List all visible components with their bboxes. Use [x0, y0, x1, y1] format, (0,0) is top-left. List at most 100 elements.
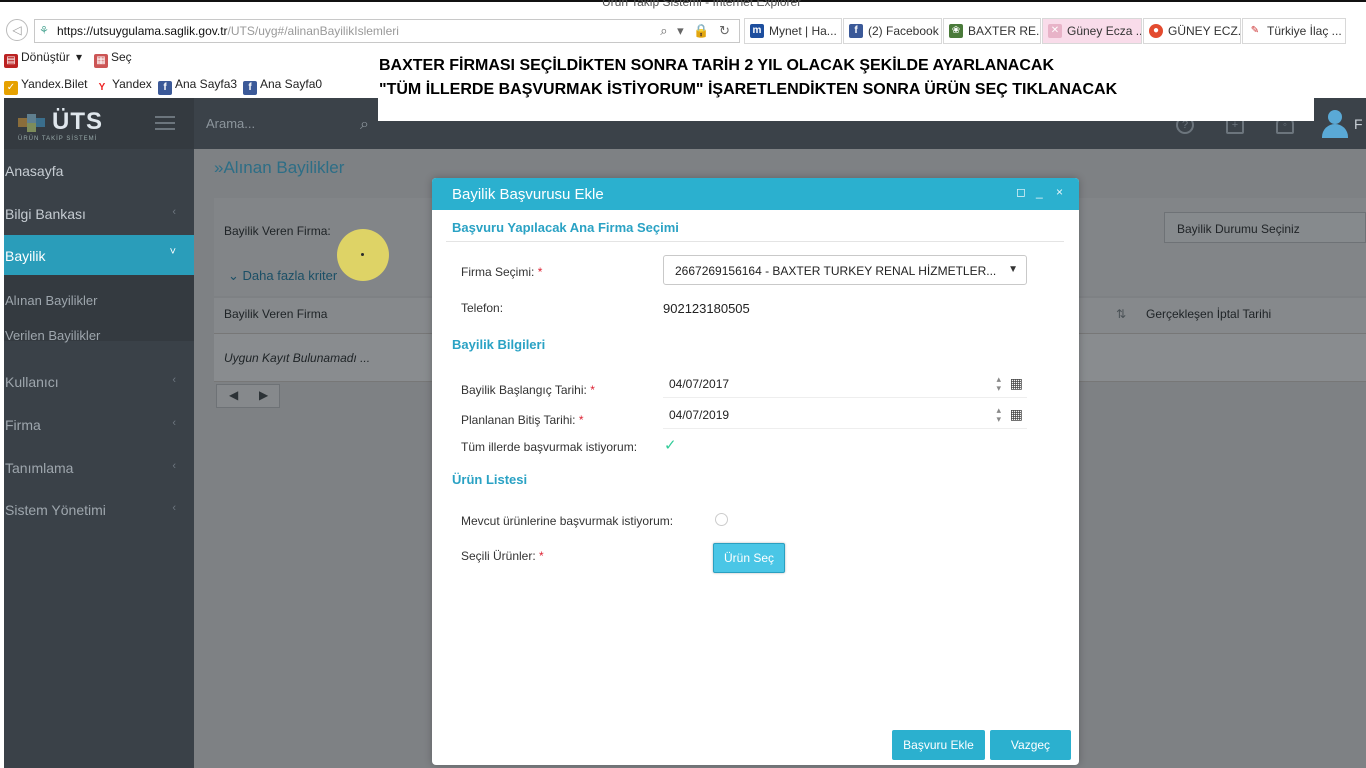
calendar-icon[interactable]: ▦: [1010, 406, 1023, 423]
sidebar-item-anasayfa[interactable]: Anasayfa: [4, 163, 194, 179]
window-title-bar: Ürün Takip Sistemi - Internet Explorer: [0, 0, 1366, 14]
filter-label-dealer-firm: Bayilik Veren Firma:: [224, 224, 331, 238]
column-header[interactable]: Bayilik Veren Firma: [224, 307, 327, 321]
convert-dropdown[interactable]: ▾: [76, 50, 82, 64]
spinner-icon[interactable]: ▴ ▾: [996, 375, 1001, 393]
dealer-status-select[interactable]: Bayilik Durumu Seçiniz: [1164, 212, 1366, 243]
address-url: https://utsuygulama.saglik.gov.tr/UTS/uy…: [57, 24, 399, 38]
select-button[interactable]: ▦ Seç: [94, 50, 132, 68]
address-bar[interactable]: ⚘ https://utsuygulama.saglik.gov.tr/UTS/…: [34, 19, 740, 43]
chevron-left-icon: ‹: [172, 374, 176, 386]
search-input[interactable]: Arama...: [206, 116, 255, 131]
all-cities-checkbox[interactable]: ✓: [664, 436, 677, 454]
tab-facebook[interactable]: f (2) Facebook: [843, 18, 942, 44]
modal-header: Bayilik Başvurusu Ekle ◻ _ ×: [432, 178, 1079, 210]
site-favicon-icon: ⚘: [39, 25, 49, 37]
record-icon: ●: [1149, 24, 1163, 38]
annotation-box: BAXTER FİRMASI SEÇİLDİKTEN SONRA TARİH 2…: [378, 48, 1314, 121]
favorite-yandex[interactable]: Y Yandex: [95, 77, 152, 95]
firm-select-value: 2667269156164 - BAXTER TURKEY RENAL HİZM…: [675, 264, 997, 278]
yandex-icon: Y: [95, 81, 109, 95]
select-icon: ▦: [94, 54, 108, 68]
firm-select[interactable]: 2667269156164 - BAXTER TURKEY RENAL HİZM…: [663, 255, 1027, 285]
sidebar-item-kullanici[interactable]: Kullanıcı ‹: [4, 374, 194, 390]
mynet-icon: m: [750, 24, 764, 38]
tab-guney-ecza[interactable]: ✕ Güney Ecza ...: [1042, 18, 1142, 44]
next-page-icon[interactable]: ▶: [259, 388, 268, 402]
end-date-input[interactable]: 04/07/2019 ▴ ▾ ▦: [663, 405, 1027, 429]
favorites-bar: ▤ Dönüştür ▾ ▦ Seç ✓ Yandex.Bilet Y Yandex f…: [0, 48, 378, 98]
column-header[interactable]: Gerçekleşen İptal Tarihi: [1146, 307, 1271, 321]
baxter-icon: ❀: [949, 24, 963, 38]
sidebar-item-verilen-bayilikler[interactable]: Verilen Bayilikler: [4, 328, 194, 343]
start-date-label: Bayilik Başlangıç Tarihi: *: [461, 383, 595, 397]
firm-select-label: Firma Seçimi: *: [461, 265, 543, 279]
minimize-icon[interactable]: _: [1036, 185, 1043, 199]
favorite-yandex-bilet[interactable]: ✓ Yandex.Bilet: [4, 77, 88, 95]
all-cities-label: Tüm illerde başvurmak istiyorum:: [461, 440, 638, 454]
calendar-icon[interactable]: ▦: [1010, 375, 1023, 392]
favorite-ana-sayfa3[interactable]: f Ana Sayfa3: [158, 77, 237, 95]
start-date-input[interactable]: 04/07/2017 ▴ ▾ ▦: [663, 374, 1027, 398]
chevron-left-icon: ‹: [172, 206, 176, 218]
section-product-list: Ürün Listesi: [452, 472, 528, 487]
submit-application-button[interactable]: Başvuru Ekle: [892, 730, 985, 760]
chevron-left-icon: ‹: [172, 417, 176, 429]
user-name[interactable]: F: [1354, 116, 1363, 132]
section-firm-selection: Başvuru Yapılacak Ana Firma Seçimi: [452, 220, 679, 235]
mouse-cursor-highlight: [337, 229, 389, 281]
tab-turkiye-ilac[interactable]: ✎ Türkiye İlaç ...: [1242, 18, 1346, 44]
phone-value: 902123180505: [663, 301, 750, 316]
section-divider: [446, 241, 1064, 242]
sidebar-item-alinan-bayilikler[interactable]: Alınan Bayilikler: [4, 293, 194, 308]
convert-button[interactable]: ▤ Dönüştür: [4, 50, 70, 68]
pdf-icon: ▤: [4, 54, 18, 68]
selected-products-label: Seçili Ürünler: *: [461, 549, 544, 563]
spinner-icon[interactable]: ▴ ▾: [996, 406, 1001, 424]
back-button[interactable]: ◁: [6, 19, 28, 41]
sidebar-item-tanimlama[interactable]: Tanımlama ‹: [4, 460, 194, 476]
existing-products-toggle[interactable]: [715, 513, 728, 526]
tab-baxter[interactable]: ❀ BAXTER RE...: [943, 18, 1041, 44]
chevron-left-icon: ‹: [172, 460, 176, 472]
tab-label: GÜNEY ECZ...: [1168, 24, 1241, 38]
close-icon: ✕: [1048, 24, 1062, 38]
end-date-label: Planlanan Bitiş Tarihi: *: [461, 413, 584, 427]
annotation-line-1: BAXTER FİRMASI SEÇİLDİKTEN SONRA TARİH 2…: [379, 57, 1055, 74]
page-title: »Alınan Bayilikler: [214, 158, 345, 177]
favorite-ana-sayfa0[interactable]: f Ana Sayfa0: [243, 77, 322, 95]
modal-title: Bayilik Başvurusu Ekle: [452, 186, 604, 203]
window-title: Ürün Takip Sistemi - Internet Explorer: [602, 0, 802, 9]
sidebar-item-bilgi-bankasi[interactable]: Bilgi Bankası ‹: [4, 206, 194, 222]
phone-label: Telefon:: [461, 301, 504, 315]
prev-page-icon[interactable]: ◀: [229, 388, 238, 402]
sidebar-item-firma[interactable]: Firma ‹: [4, 417, 194, 433]
maximize-icon[interactable]: ◻: [1016, 185, 1026, 199]
yandex-bilet-icon: ✓: [4, 81, 18, 95]
annotation-line-2: "TÜM İLLERDE BAŞVURMAK İSTİYORUM" İŞARET…: [379, 81, 1118, 98]
pen-icon: ✎: [1248, 24, 1262, 38]
facebook-icon: f: [158, 81, 172, 95]
facebook-icon: f: [849, 24, 863, 38]
search-icon[interactable]: ⌕: [360, 116, 369, 134]
tab-label: Mynet | Ha...: [769, 24, 837, 38]
hamburger-menu-icon[interactable]: [155, 116, 175, 130]
chevron-down-icon: ⌄: [228, 268, 243, 283]
chevron-left-icon: ‹: [172, 502, 176, 514]
tab-guney-ecz[interactable]: ● GÜNEY ECZ...: [1143, 18, 1241, 44]
select-product-button[interactable]: Ürün Seç: [713, 543, 785, 573]
cubes-icon: [18, 114, 45, 132]
pager: ◀ ▶: [216, 384, 280, 408]
sort-icon[interactable]: ⇅: [1116, 307, 1126, 321]
user-avatar-icon[interactable]: [1322, 110, 1348, 138]
dealer-application-modal: Bayilik Başvurusu Ekle ◻ _ × Başvuru Yap…: [432, 178, 1079, 765]
address-tools-icons[interactable]: ⌕ ▾ 🔒 ↻: [660, 23, 733, 39]
sidebar-item-bayilik[interactable]: Bayilik ˅: [4, 246, 194, 264]
sidebar-item-sistem-yonetimi[interactable]: Sistem Yönetimi ‹: [4, 502, 194, 518]
more-criteria-link[interactable]: ⌄ Daha fazla kriter: [228, 268, 337, 284]
close-icon[interactable]: ×: [1056, 185, 1063, 199]
end-date-value: 04/07/2019: [669, 408, 730, 422]
tab-mynet[interactable]: m Mynet | Ha...: [744, 18, 842, 44]
cancel-button[interactable]: Vazgeç: [990, 730, 1071, 760]
empty-message: Uygun Kayıt Bulunamadı ...: [224, 351, 371, 365]
